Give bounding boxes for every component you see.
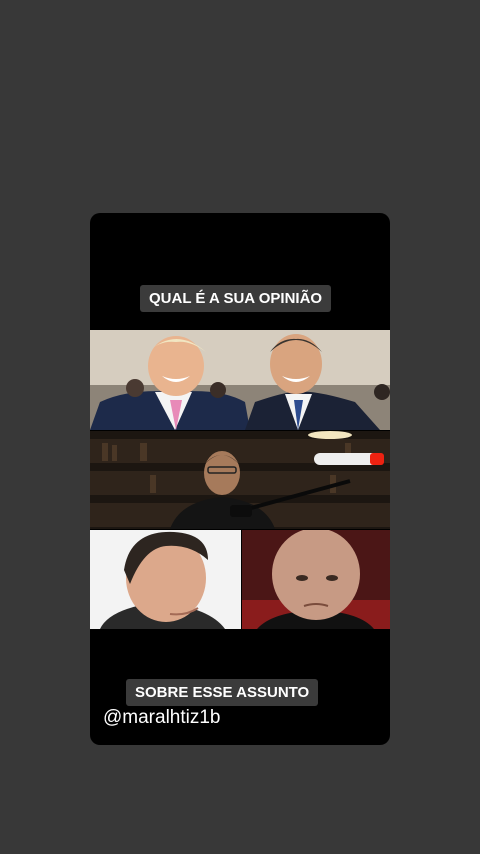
photo-two-men [90,330,390,430]
photo-man-right [242,530,390,629]
caption-top: QUAL É A SUA OPINIÃO [140,285,332,312]
channel-overlay [314,453,384,465]
youtube-icon [370,453,384,465]
story-card: QUAL É A SUA OPINIÃO SOBRE ESSE ASSUNTO … [90,213,390,745]
author-handle[interactable]: @maralhtiz1b [103,707,221,729]
caption-bottom: SOBRE ESSE ASSUNTO [126,679,319,706]
photo-podcast-man [90,431,390,529]
photo-man-left [90,530,241,629]
